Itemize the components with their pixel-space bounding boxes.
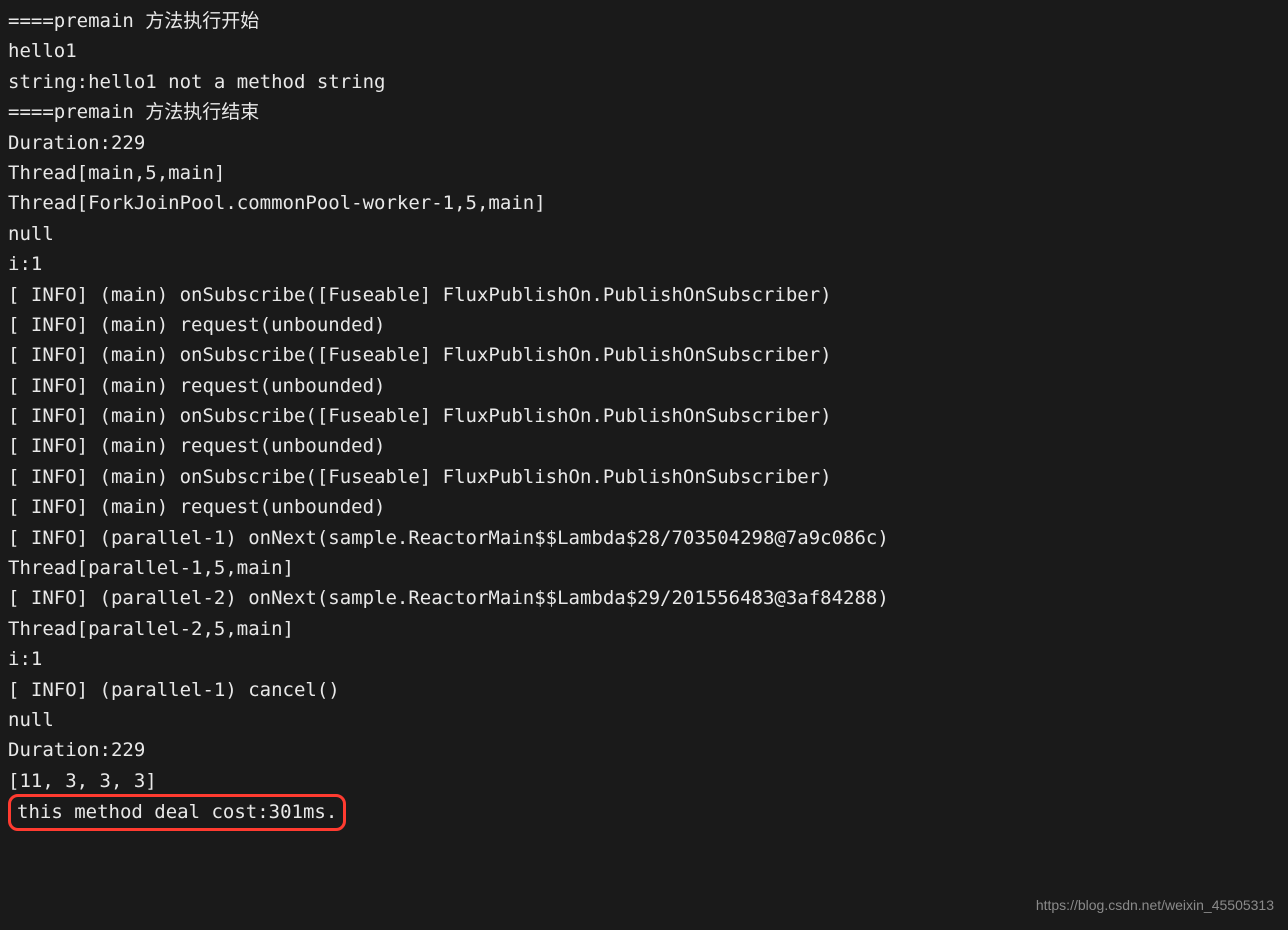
log-line: [ INFO] (parallel-1) onNext(sample.React… (8, 523, 1280, 553)
terminal-output: ====premain 方法执行开始 hello1 string:hello1 … (8, 6, 1280, 831)
log-line: hello1 (8, 36, 1280, 66)
log-line: [ INFO] (main) onSubscribe([Fuseable] Fl… (8, 340, 1280, 370)
log-line: [ INFO] (main) onSubscribe([Fuseable] Fl… (8, 462, 1280, 492)
log-line: Thread[main,5,main] (8, 158, 1280, 188)
log-line: Duration:229 (8, 128, 1280, 158)
log-line: null (8, 219, 1280, 249)
log-line: Thread[ForkJoinPool.commonPool-worker-1,… (8, 188, 1280, 218)
log-line: i:1 (8, 644, 1280, 674)
log-line: [ INFO] (parallel-2) onNext(sample.React… (8, 583, 1280, 613)
log-line: [ INFO] (parallel-1) cancel() (8, 675, 1280, 705)
log-line: [ INFO] (main) request(unbounded) (8, 492, 1280, 522)
log-line: [ INFO] (main) request(unbounded) (8, 431, 1280, 461)
log-line: [ INFO] (main) onSubscribe([Fuseable] Fl… (8, 280, 1280, 310)
log-line: [ INFO] (main) request(unbounded) (8, 371, 1280, 401)
log-line: Thread[parallel-2,5,main] (8, 614, 1280, 644)
highlighted-log-line: this method deal cost:301ms. (8, 796, 1280, 830)
highlight-annotation: this method deal cost:301ms. (8, 794, 346, 830)
log-line: null (8, 705, 1280, 735)
log-line: i:1 (8, 249, 1280, 279)
log-line: Duration:229 (8, 735, 1280, 765)
log-line: [11, 3, 3, 3] (8, 766, 1280, 796)
log-line: [ INFO] (main) onSubscribe([Fuseable] Fl… (8, 401, 1280, 431)
log-line: ====premain 方法执行开始 (8, 6, 1280, 36)
log-line: string:hello1 not a method string (8, 67, 1280, 97)
log-line: ====premain 方法执行结束 (8, 97, 1280, 127)
log-line: [ INFO] (main) request(unbounded) (8, 310, 1280, 340)
watermark-text: https://blog.csdn.net/weixin_45505313 (1036, 894, 1274, 916)
log-line: Thread[parallel-1,5,main] (8, 553, 1280, 583)
